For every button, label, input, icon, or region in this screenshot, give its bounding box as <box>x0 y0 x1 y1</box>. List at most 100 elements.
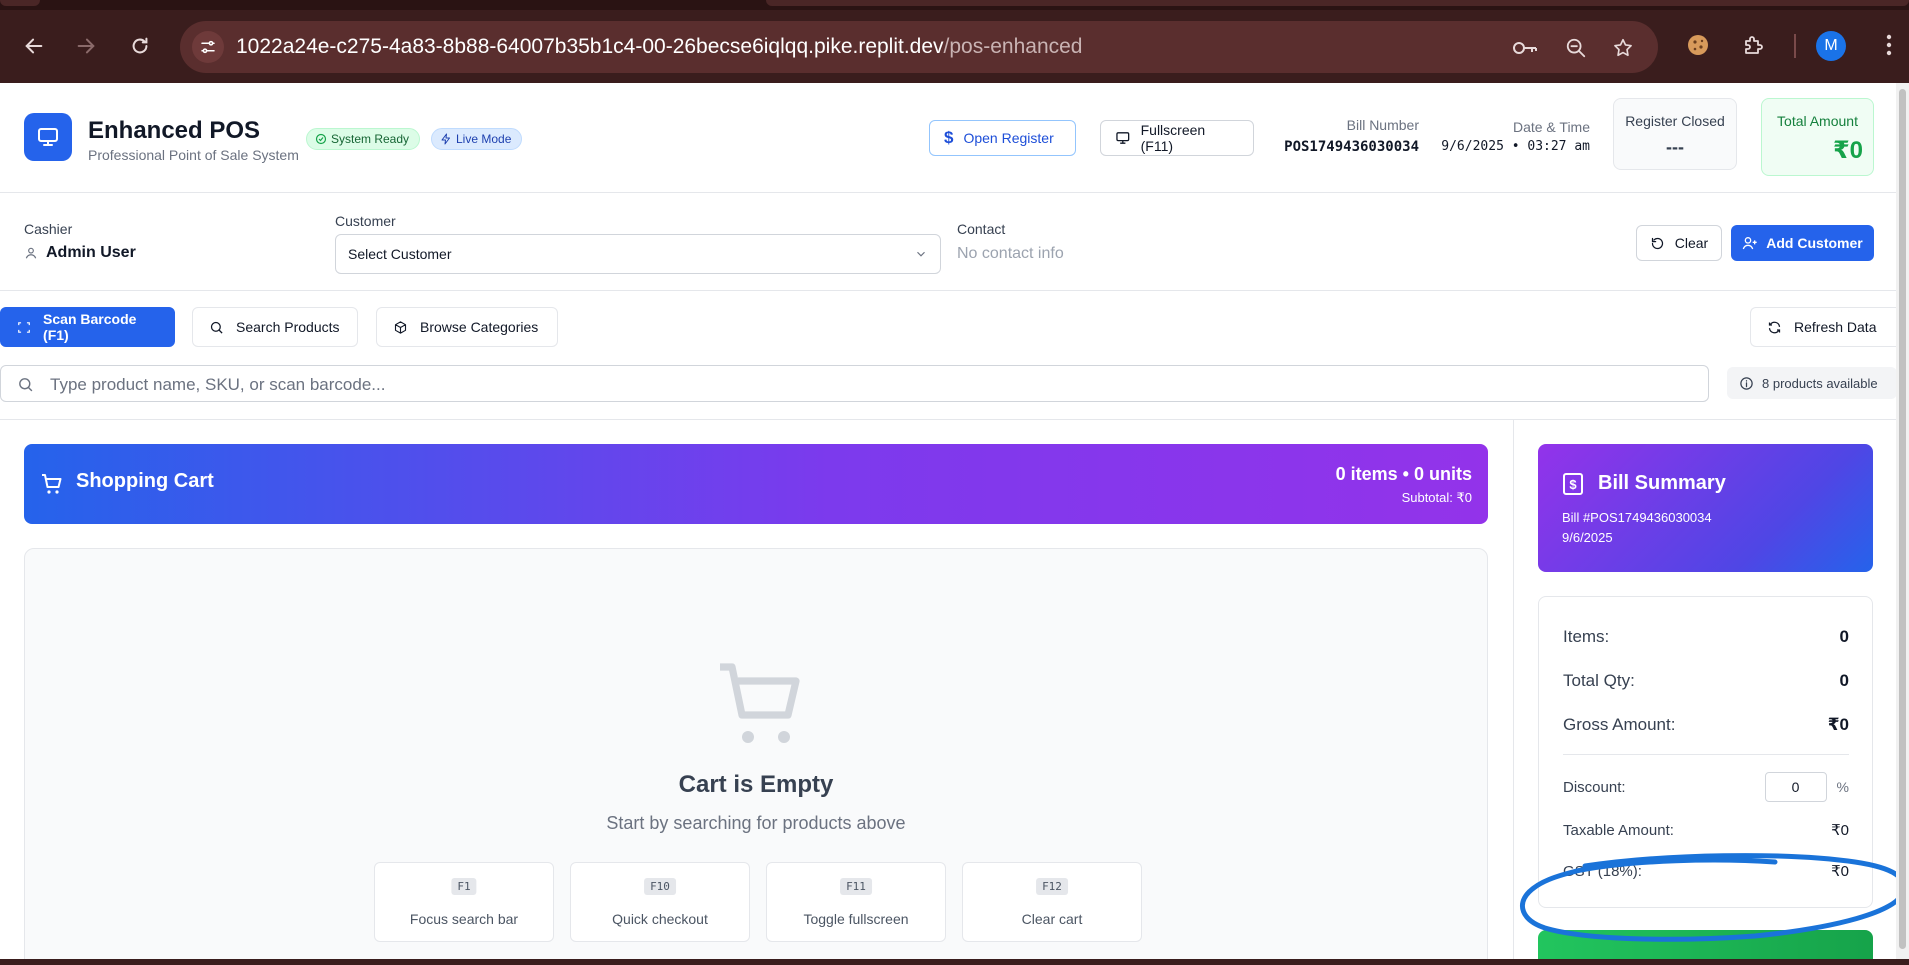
browse-categories-button[interactable]: Browse Categories <box>376 307 558 347</box>
bill-date: 9/6/2025 <box>1562 530 1613 545</box>
url-text[interactable]: 1022a24e-c275-4a83-8b88-64007b35b1c4-00-… <box>236 35 1083 59</box>
app-title: Enhanced POS <box>88 117 261 144</box>
discount-unit: % <box>1836 779 1849 795</box>
total-amount-value: ₹0 <box>1832 137 1863 164</box>
cart-subtotal: Subtotal: ₹0 <box>1401 490 1472 505</box>
customer-label: Customer <box>335 213 396 229</box>
search-products-button[interactable]: Search Products <box>192 307 358 347</box>
lightning-icon <box>441 133 450 145</box>
arrow-left-icon <box>25 38 43 54</box>
search-products-label: Search Products <box>236 319 340 335</box>
shortcut-description: Clear cart <box>1021 911 1083 927</box>
shortcut-key: F1 <box>451 878 477 895</box>
section-divider <box>0 419 1896 420</box>
url-path: /pos-enhanced <box>943 35 1083 58</box>
shortcut-key: F12 <box>1036 878 1068 895</box>
search-icon <box>210 321 223 334</box>
site-info-icon[interactable] <box>192 31 224 63</box>
window-bottom-edge <box>0 959 1909 965</box>
empty-cart-subtitle: Start by searching for products above <box>606 813 906 833</box>
monitor-logo-icon <box>24 113 72 161</box>
taxable-amount-row: Taxable Amount: ₹0 <box>1563 821 1849 840</box>
clear-customer-button[interactable]: Clear <box>1636 225 1722 261</box>
svg-text:$: $ <box>1569 477 1577 492</box>
fullscreen-button[interactable]: Fullscreen (F11) <box>1100 120 1254 156</box>
datetime-value: 9/6/2025 • 03:27 am <box>1441 139 1590 154</box>
total-amount-label: Total Amount <box>1777 113 1858 129</box>
bill-number-label: Bill Number <box>1346 117 1419 133</box>
discount-wrap: 0 % <box>1764 772 1849 802</box>
shortcut-key: F11 <box>840 878 872 895</box>
taxable-amount-value: ₹0 <box>1831 822 1849 839</box>
toolbar-separator <box>1794 34 1796 58</box>
package-icon <box>394 320 407 334</box>
total-qty-row: Total Qty: 0 <box>1563 671 1849 691</box>
register-status-value: --- <box>1666 137 1684 157</box>
mode-badge: Live Mode <box>431 128 523 150</box>
shortcut-card: F12 Clear cart <box>962 862 1142 942</box>
tab-edge[interactable] <box>766 0 1909 6</box>
app-subtitle: Professional Point of Sale System <box>88 147 299 163</box>
customer-select[interactable]: Select Customer <box>335 234 941 274</box>
discount-row: Discount: 0 % <box>1563 772 1849 802</box>
extensions-puzzle-icon[interactable] <box>1738 30 1768 60</box>
empty-cart-title: Cart is Empty <box>678 771 834 798</box>
dollar-icon: $ <box>944 128 954 147</box>
customer-select-value: Select Customer <box>348 246 452 262</box>
total-qty-value: 0 <box>1839 671 1849 690</box>
product-search-input[interactable]: Type product name, SKU, or scan barcode.… <box>0 365 1709 402</box>
url-host: 1022a24e-c275-4a83-8b88-64007b35b1c4-00-… <box>236 35 944 58</box>
products-available-badge: 8 products available <box>1727 367 1897 399</box>
shortcut-key: F10 <box>644 878 676 895</box>
browser-toolbar: 1022a24e-c275-4a83-8b88-64007b35b1c4-00-… <box>0 0 1909 83</box>
receipt-icon: $ <box>1563 473 1583 495</box>
bill-summary-header: $ Bill Summary Bill #POS1749436030034 9/… <box>1538 444 1873 572</box>
address-bar[interactable]: 1022a24e-c275-4a83-8b88-64007b35b1c4-00-… <box>180 21 1658 73</box>
bill-number: POS1749436030034 <box>1284 139 1419 155</box>
browser-menu-icon[interactable] <box>1874 30 1904 60</box>
reload-button[interactable] <box>124 30 156 62</box>
rotate-ccw-icon <box>1651 237 1663 249</box>
contact-value: No contact info <box>957 245 1064 262</box>
contact-label: Contact <box>957 221 1006 237</box>
open-register-button[interactable]: $ Open Register <box>929 120 1076 156</box>
shortcut-card: F10 Quick checkout <box>570 862 750 942</box>
zoom-icon[interactable] <box>1563 35 1589 61</box>
register-status: Register Closed --- <box>1613 98 1737 170</box>
tab-edge[interactable] <box>0 0 40 6</box>
monitor-icon <box>1116 132 1130 144</box>
scrollbar-thumb[interactable] <box>1899 89 1906 949</box>
gross-amount-label: Gross Amount: <box>1563 715 1676 734</box>
scan-barcode-button[interactable]: Scan Barcode (F1) <box>0 307 175 347</box>
app-header: Enhanced POS Professional Point of Sale … <box>0 83 1896 193</box>
shortcut-description: Toggle fullscreen <box>803 911 909 927</box>
customer-section: Cashier Admin User Customer Select Custo… <box>0 193 1896 291</box>
add-customer-label: Add Customer <box>1766 235 1863 251</box>
cashier-name: Admin User <box>24 244 136 262</box>
open-register-label: Open Register <box>963 130 1054 146</box>
cookie-extension-icon[interactable] <box>1683 30 1713 60</box>
shopping-cart-header: Shopping Cart 0 items • 0 units Subtotal… <box>24 444 1488 524</box>
bookmark-star-icon[interactable] <box>1610 35 1636 61</box>
back-button[interactable] <box>18 30 50 62</box>
shopping-cart-icon <box>42 474 62 494</box>
forward-button[interactable] <box>70 30 102 62</box>
reload-icon <box>132 37 148 54</box>
gross-amount-value: ₹0 <box>1827 715 1849 734</box>
status-badge-label: System Ready <box>331 132 410 146</box>
register-status-label: Register Closed <box>1625 113 1725 129</box>
discount-input[interactable]: 0 <box>1764 772 1827 802</box>
refresh-data-button[interactable]: Refresh Data <box>1750 307 1896 347</box>
profile-avatar[interactable]: M <box>1816 31 1846 61</box>
password-key-icon[interactable] <box>1512 35 1538 61</box>
check-circle-icon <box>315 133 327 145</box>
annotation-circle <box>1519 853 1907 942</box>
info-icon <box>1740 376 1753 390</box>
discount-label: Discount: <box>1563 778 1626 796</box>
gross-amount-row: Gross Amount: ₹0 <box>1563 715 1849 735</box>
page-scrollbar[interactable] <box>1896 83 1909 965</box>
refresh-icon <box>1768 321 1781 333</box>
add-customer-button[interactable]: Add Customer <box>1731 225 1874 261</box>
tab-strip <box>0 0 1909 10</box>
scan-icon <box>18 321 30 333</box>
